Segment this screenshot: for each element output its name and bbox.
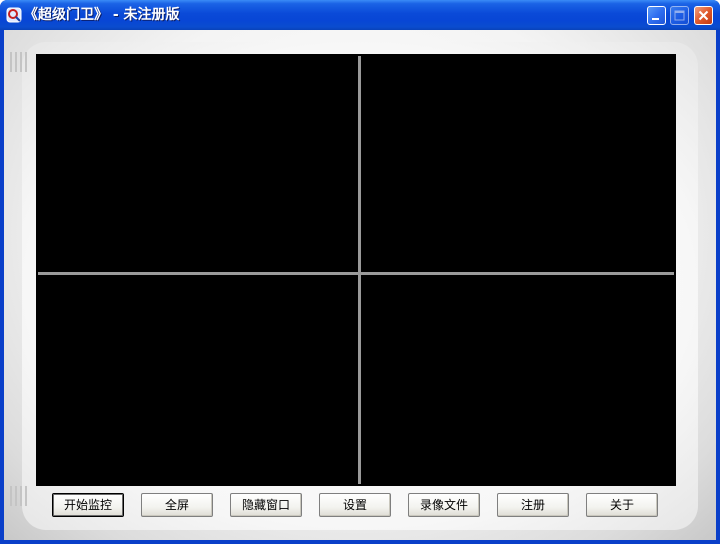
hide-window-button[interactable]: 隐藏窗口 [230, 493, 302, 517]
recording-files-button[interactable]: 录像文件 [408, 493, 480, 517]
video-pane-2[interactable] [361, 56, 674, 272]
title-bar[interactable]: 《超级门卫》 - 未注册版 [0, 0, 720, 30]
video-pane-1[interactable] [38, 56, 358, 272]
register-button[interactable]: 注册 [497, 493, 569, 517]
about-button[interactable]: 关于 [586, 493, 658, 517]
maximize-icon [674, 10, 685, 21]
video-pane-4[interactable] [361, 275, 674, 484]
settings-button[interactable]: 设置 [319, 493, 391, 517]
video-monitor-area[interactable] [36, 54, 676, 486]
minimize-icon [652, 18, 659, 20]
grip-icon [8, 50, 30, 74]
window-title: 《超级门卫》 - 未注册版 [24, 7, 180, 23]
minimize-button[interactable] [647, 6, 666, 25]
close-button[interactable] [694, 6, 713, 25]
fullscreen-button[interactable]: 全屏 [141, 493, 213, 517]
pane-divider-vertical [358, 56, 361, 484]
video-pane-3[interactable] [38, 275, 358, 484]
close-icon [698, 10, 709, 21]
grip-icon [8, 484, 30, 508]
start-monitoring-button[interactable]: 开始监控 [52, 493, 124, 517]
maximize-button[interactable] [670, 6, 689, 25]
app-window: 《超级门卫》 - 未注册版 开始监控 全屏 隐藏窗口 设置 录像文件 注册 关于 [0, 0, 720, 544]
app-icon[interactable] [6, 7, 22, 23]
pane-divider-horizontal [38, 272, 674, 275]
